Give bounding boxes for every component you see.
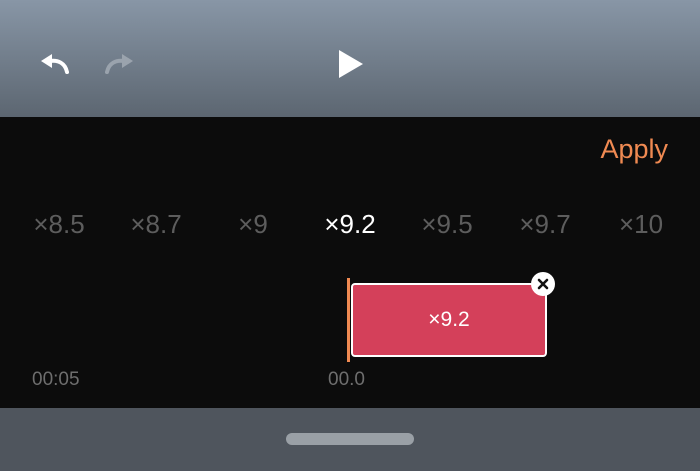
undo-icon [41,54,69,74]
clip-close-button[interactable] [531,272,555,296]
speed-editor-screen: Apply ×8.5 ×8.7 ×9 ×9.2 ×9.5 ×9.7 ×10 ×9… [0,0,700,471]
speed-clip-label: ×9.2 [428,308,470,331]
speed-option-9-5[interactable]: ×9.5 [402,206,492,242]
timeline-start-time: 00:05 [32,369,80,390]
undo-button[interactable] [30,44,78,84]
speed-option-9-7[interactable]: ×9.7 [500,206,590,242]
speed-option-8-5[interactable]: ×8.5 [14,206,104,242]
playhead[interactable] [347,278,350,362]
speed-option-8-7[interactable]: ×8.7 [111,206,201,242]
speed-clip[interactable]: ×9.2 [351,283,547,357]
timeline-current-time: 00.0 [328,369,365,390]
redo-icon [105,54,133,74]
speed-option-9-2[interactable]: ×9.2 [305,206,395,242]
apply-button[interactable]: Apply [600,136,668,163]
speed-scale[interactable]: ×8.5 ×8.7 ×9 ×9.2 ×9.5 ×9.7 ×10 [0,206,700,242]
home-indicator[interactable] [286,433,414,445]
redo-button[interactable] [96,44,144,84]
speed-editor-panel [0,117,700,408]
speed-option-10[interactable]: ×10 [596,206,686,242]
speed-option-9[interactable]: ×9 [208,206,298,242]
play-button[interactable] [326,40,376,88]
top-toolbar [0,0,700,117]
close-icon [537,278,549,290]
play-icon [339,50,363,78]
